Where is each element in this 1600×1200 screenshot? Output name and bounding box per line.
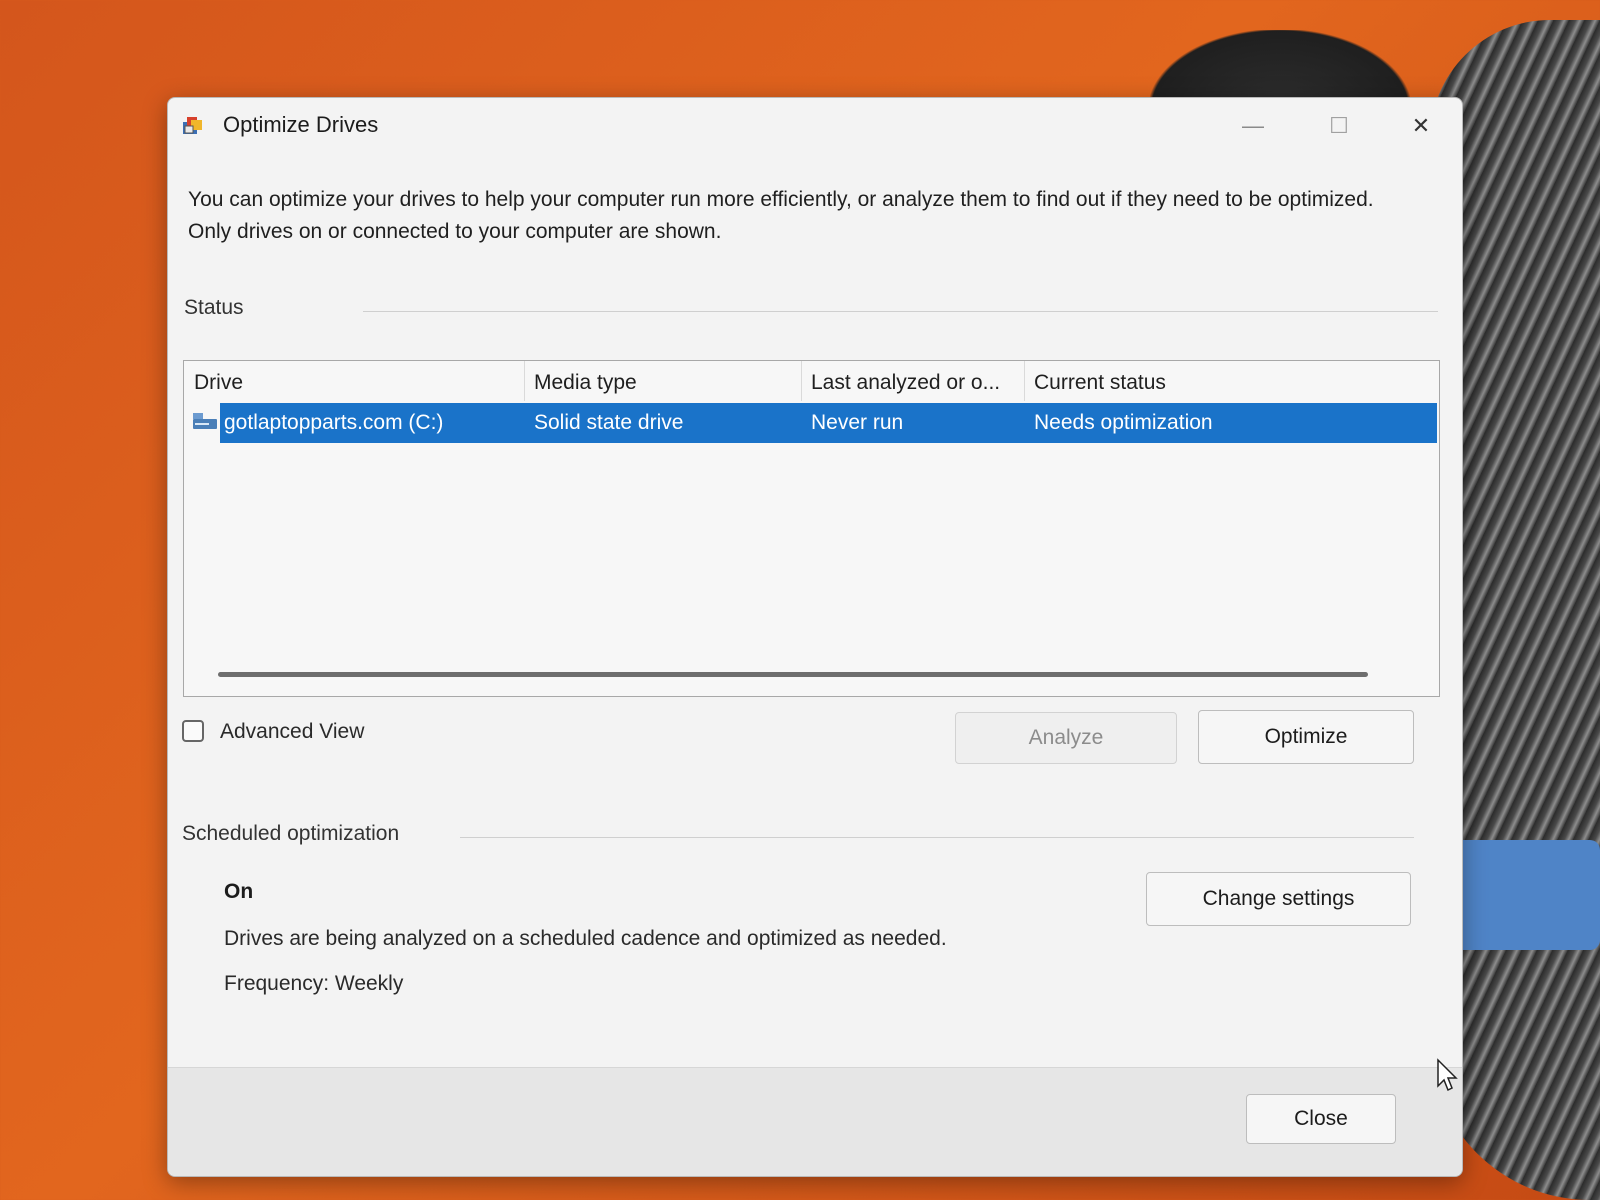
- column-header-drive[interactable]: Drive: [194, 371, 243, 395]
- cell-drive: gotlaptopparts.com (C:): [224, 411, 444, 434]
- change-settings-button[interactable]: Change settings: [1146, 872, 1411, 926]
- scheduled-divider: [460, 837, 1414, 838]
- optimize-drives-window: Optimize Drives — ☐ ✕ You can optimize y…: [167, 97, 1463, 1177]
- minimize-button[interactable]: —: [1230, 108, 1276, 144]
- analyze-button-label: Analyze: [1028, 726, 1104, 749]
- status-section-label: Status: [184, 296, 244, 319]
- table-row[interactable]: gotlaptopparts.com (C:) Solid state driv…: [184, 403, 1439, 443]
- schedule-description: Drives are being analyzed on a scheduled…: [224, 927, 947, 950]
- advanced-view-checkbox[interactable]: [182, 720, 204, 742]
- drive-icon: [193, 413, 217, 429]
- mouse-pointer-icon: [1437, 1058, 1458, 1092]
- drives-list[interactable]: Drive Media type Last analyzed or o... C…: [183, 360, 1440, 697]
- schedule-state: On: [224, 880, 254, 903]
- maximize-icon: ☐: [1329, 113, 1349, 138]
- cell-last-analyzed: Never run: [811, 411, 904, 434]
- title-bar[interactable]: Optimize Drives — ☐ ✕: [168, 98, 1462, 154]
- minimize-icon: —: [1242, 113, 1264, 138]
- intro-text: You can optimize your drives to help you…: [188, 188, 1374, 243]
- analyze-button[interactable]: Analyze: [955, 712, 1177, 764]
- column-header-media-type[interactable]: Media type: [534, 371, 637, 395]
- optimize-drives-icon: [183, 117, 202, 134]
- column-separator[interactable]: [524, 361, 525, 401]
- scheduled-section-label: Scheduled optimization: [182, 822, 400, 845]
- close-window-button[interactable]: ✕: [1398, 108, 1444, 144]
- close-button-label: Close: [1294, 1107, 1348, 1130]
- advanced-view-label[interactable]: Advanced View: [220, 720, 364, 744]
- maximize-button[interactable]: ☐: [1316, 108, 1362, 144]
- cell-media-type: Solid state drive: [534, 411, 684, 434]
- close-button[interactable]: Close: [1246, 1094, 1396, 1144]
- optimize-button[interactable]: Optimize: [1198, 710, 1414, 764]
- horizontal-scrollbar[interactable]: [218, 672, 1368, 677]
- column-separator[interactable]: [801, 361, 802, 401]
- schedule-frequency: Frequency: Weekly: [224, 972, 404, 995]
- list-header: Drive Media type Last analyzed or o... C…: [184, 361, 1439, 401]
- dialog-footer: Close: [168, 1067, 1462, 1176]
- change-settings-button-label: Change settings: [1202, 887, 1355, 910]
- window-title: Optimize Drives: [223, 112, 379, 137]
- column-separator[interactable]: [1024, 361, 1025, 401]
- optimize-button-label: Optimize: [1264, 725, 1348, 748]
- background-blue-object: [1440, 840, 1600, 950]
- status-divider: [363, 311, 1438, 312]
- close-icon: ✕: [1411, 113, 1431, 138]
- column-header-current-status[interactable]: Current status: [1034, 371, 1166, 395]
- cell-current-status: Needs optimization: [1034, 411, 1213, 434]
- column-header-last-analyzed[interactable]: Last analyzed or o...: [811, 371, 1000, 395]
